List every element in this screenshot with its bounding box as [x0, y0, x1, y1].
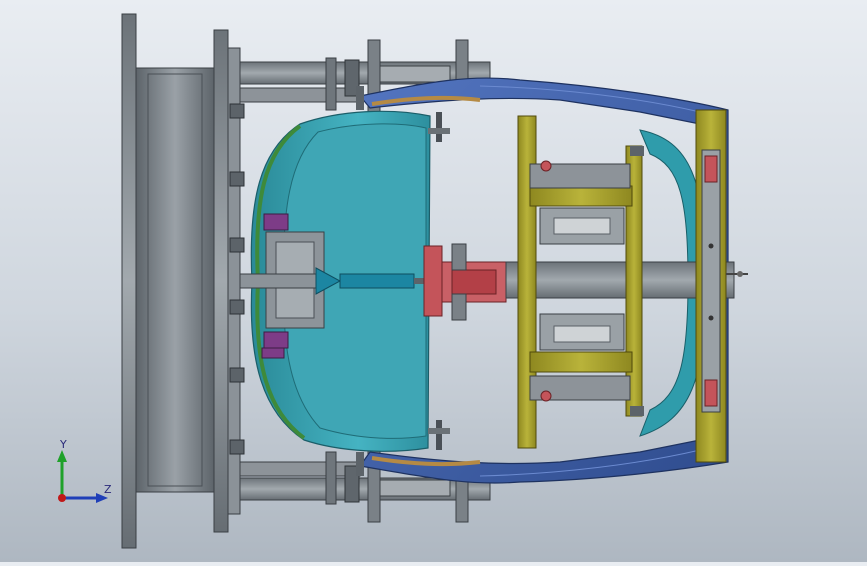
drum-flange-left [121, 13, 137, 549]
base-drum[interactable] [121, 13, 241, 549]
fixture-model[interactable] [0, 0, 867, 562]
end-plate[interactable] [695, 109, 748, 463]
y-axis-label: Y [59, 438, 67, 451]
y-axis-arrow-icon [57, 450, 67, 462]
lower-rail [239, 477, 491, 501]
origin-dot-icon [58, 494, 66, 502]
cad-viewport[interactable]: Y Z [0, 0, 867, 562]
red-clamp[interactable] [423, 243, 507, 321]
axis-triad: Y Z [57, 438, 112, 503]
drum-flange-right [213, 29, 229, 533]
z-axis-label: Z [104, 483, 112, 496]
